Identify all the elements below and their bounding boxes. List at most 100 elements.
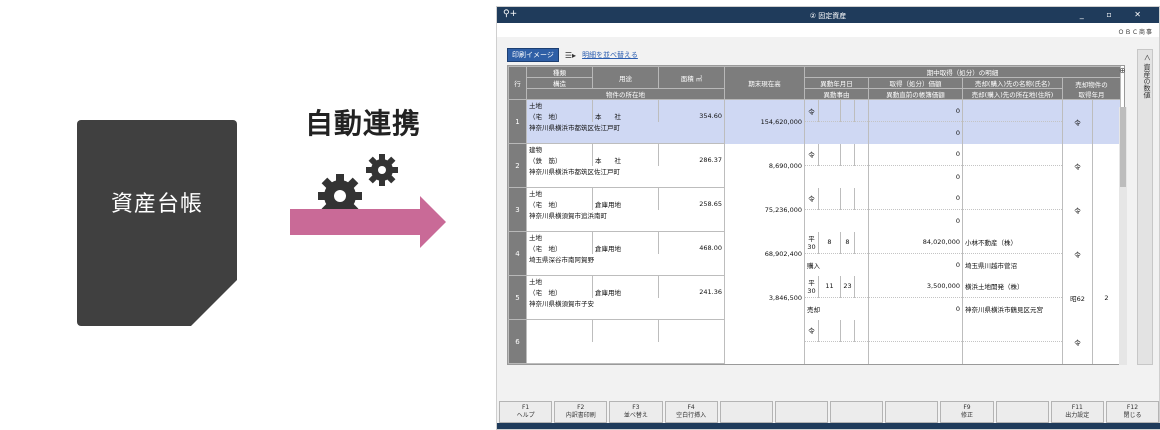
cell-date-y[interactable]: 8 [818,231,841,254]
cell-acq-era[interactable]: 令 [1062,187,1093,232]
window-controls[interactable]: _ ▫ ✕ [1080,10,1151,19]
cell-balance[interactable]: 68,902,400 [724,231,805,276]
cell-date-d[interactable] [854,231,869,254]
table-row[interactable]: 2 建物 8,690,000 令 0 令 [508,143,1121,188]
cell-acq-amount[interactable]: 84,020,000 [868,231,963,254]
cell-date-y[interactable]: 11 [818,275,841,298]
cell-location[interactable]: 神奈川県横須賀市子安 [526,297,725,309]
cell-acq-year[interactable] [1092,143,1121,188]
cell-partner-addr[interactable] [962,121,1063,144]
fkey-button[interactable]: F2 内訳書印刷 [554,401,608,423]
cell-area[interactable]: 258.65 [658,198,725,210]
cell-kind[interactable]: 土地 [526,187,593,199]
cell-pre-book[interactable]: 0 [868,121,963,144]
cell-use[interactable]: 倉庫用地 [592,242,659,254]
cell-structure[interactable]: （宅 地） [526,198,593,210]
cell-partner-name[interactable] [962,99,1063,122]
cell-reason[interactable] [804,121,869,144]
cell-date-d[interactable] [854,275,869,298]
cell-acq-year[interactable] [1092,231,1121,276]
cell-date-d[interactable] [854,187,869,210]
fkey-button[interactable]: F4 空白行挿入 [664,401,718,423]
cell-reason[interactable]: 売却 [804,297,869,320]
cell-acq-year[interactable]: 2 [1092,275,1121,320]
cell-date-m[interactable]: 23 [840,275,855,298]
cell-location[interactable]: 埼玉県深谷市南阿賀野 [526,253,725,265]
cell-era[interactable]: 令 [804,99,819,122]
cell-use[interactable] [592,330,659,342]
cell-partner-addr[interactable] [962,341,1063,364]
cell-reason[interactable]: 購入 [804,253,869,276]
cell-acq-amount[interactable]: 3,500,000 [868,275,963,298]
cell-area[interactable]: 354.60 [658,110,725,122]
cell-acq-year[interactable] [1092,319,1121,364]
table-row[interactable]: 3 土地 75,236,000 令 0 令 [508,187,1121,232]
cell-reason[interactable] [804,209,869,232]
cell-acq-amount[interactable] [868,319,963,342]
cell-reason[interactable] [804,165,869,188]
cell-date-y[interactable] [818,143,841,166]
print-image-button[interactable]: 印刷イメージ [507,48,559,62]
cell-acq-era[interactable]: 令 [1062,319,1093,364]
fkey-button[interactable] [995,401,1049,423]
cell-balance[interactable]: 154,620,000 [724,99,805,144]
table-row[interactable]: 1 土地 154,620,000 令 0 令 [508,99,1121,144]
cell-balance[interactable]: 8,690,000 [724,143,805,188]
cell-balance[interactable] [724,319,805,364]
cell-era[interactable]: 令 [804,143,819,166]
cell-date-y[interactable] [818,187,841,210]
cell-pre-book[interactable]: 0 [868,253,963,276]
cell-structure[interactable]: （宅 地） [526,286,593,298]
cell-location[interactable]: 神奈川県横浜市都筑区佐江戸町 [526,121,725,133]
cell-acq-year[interactable] [1092,99,1121,144]
table-row[interactable]: 4 土地 68,902,400 平30 8 8 84,020,000 小林不動産… [508,231,1121,276]
cell-partner-name[interactable]: 横浜土地開発（株） [962,275,1063,298]
fkey-button[interactable]: F1 ヘルプ [499,401,553,423]
cell-acq-amount[interactable]: 0 [868,187,963,210]
cell-date-m[interactable] [840,319,855,342]
cell-location[interactable]: 神奈川県横浜市都筑区佐江戸町 [526,165,725,177]
cell-date-m[interactable] [840,187,855,210]
cell-area[interactable]: 468.00 [658,242,725,254]
cell-location[interactable]: 神奈川県横須賀市追浜南町 [526,209,725,221]
cell-balance[interactable]: 3,846,500 [724,275,805,320]
cell-use[interactable]: 倉庫用地 [592,286,659,298]
cell-date-d[interactable] [854,319,869,342]
cell-pre-book[interactable]: 0 [868,165,963,188]
vertical-scrollbar[interactable] [1119,107,1127,365]
cell-kind[interactable]: 土地 [526,231,593,243]
cell-partner-name[interactable]: 小林不動産（株） [962,231,1063,254]
cell-acq-amount[interactable]: 0 [868,143,963,166]
cell-kind[interactable]: 土地 [526,99,593,111]
cell-partner-addr[interactable]: 埼玉県川越市菅沼 [962,253,1063,276]
cell-location[interactable] [526,341,725,353]
fkey-button[interactable]: F3 並べ替え [609,401,663,423]
cell-acq-era[interactable]: 令 [1062,231,1093,276]
cell-acq-year[interactable] [1092,187,1121,232]
cell-acq-era[interactable]: 昭62 [1062,275,1093,320]
fkey-button[interactable] [885,401,939,423]
cell-structure[interactable]: （宅 地） [526,110,593,122]
cell-reason[interactable] [804,341,869,364]
cell-structure[interactable]: （宅 地） [526,242,593,254]
cell-pre-book[interactable] [868,341,963,364]
cell-partner-name[interactable] [962,187,1063,210]
fkey-button[interactable]: F9 修正 [940,401,994,423]
cell-date-y[interactable] [818,319,841,342]
cell-balance[interactable]: 75,236,000 [724,187,805,232]
fkey-button[interactable] [774,401,829,423]
cell-era[interactable]: 令 [804,319,819,342]
reorder-link[interactable]: 明細を並べ替える [582,50,638,60]
cell-use[interactable]: 本 社 [592,110,659,122]
side-tab[interactable]: ＜ 資産の数値 [1137,49,1153,365]
cell-pre-book[interactable]: 0 [868,297,963,320]
cell-acq-era[interactable]: 令 [1062,99,1093,144]
cell-kind[interactable] [526,319,593,331]
cell-acq-amount[interactable]: 0 [868,99,963,122]
cell-era[interactable]: 平30 [804,231,819,254]
cell-partner-addr[interactable] [962,165,1063,188]
table-row[interactable]: 5 土地 3,846,500 平30 11 23 3,500,000 横浜土地開… [508,275,1121,320]
cell-pre-book[interactable]: 0 [868,209,963,232]
fkey-button[interactable] [719,401,773,423]
fkey-button[interactable] [830,401,884,423]
